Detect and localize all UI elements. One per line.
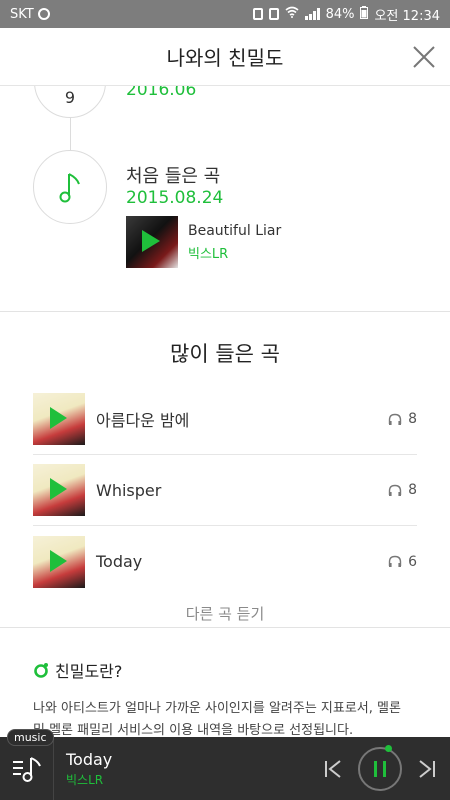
signal-icon [304, 8, 320, 20]
status-bar: SKT 84% 오전 12:34 [0, 0, 450, 28]
playlist-button[interactable] [0, 737, 54, 800]
about-title: 친밀도란? [55, 662, 123, 681]
play-count-value: 6 [408, 553, 417, 570]
album-thumbnail[interactable] [126, 216, 178, 268]
timeline-section: 9 2016.06 처음 들은 곡 2015.08.24 Beautiful L… [0, 86, 450, 312]
song-title[interactable]: Today [96, 552, 388, 571]
list-item[interactable]: 아름다운 밤에 8 [33, 384, 417, 455]
timeline-step-number: 9 [64, 88, 76, 107]
next-button[interactable] [414, 756, 440, 782]
clock: 오전 12:34 [374, 8, 440, 24]
next-icon [419, 759, 435, 778]
headphones-icon [388, 413, 402, 425]
headphones-icon [388, 484, 402, 496]
play-icon[interactable] [50, 549, 67, 572]
first-song-item[interactable]: Beautiful Liar 빅스LR [126, 216, 281, 268]
playlist-music-icon [12, 756, 41, 782]
play-count: 8 [388, 482, 417, 498]
previous-button[interactable] [320, 756, 346, 782]
now-playing-artist[interactable]: 빅스LR [66, 771, 320, 788]
album-thumbnail[interactable] [33, 393, 85, 445]
battery-level: 84% [325, 6, 355, 22]
about-heading: 친밀도란? [33, 658, 417, 682]
play-count: 6 [388, 554, 417, 570]
progress-dot [385, 744, 392, 752]
content-scroll-area[interactable]: 9 2016.06 처음 들은 곡 2015.08.24 Beautiful L… [0, 86, 450, 737]
list-item[interactable]: Whisper 8 [33, 455, 417, 526]
most-played-section: 많이 들은 곡 아름다운 밤에 8 Whisper 8 Today 6 다른 곡… [0, 312, 450, 628]
headphones-icon [388, 555, 402, 567]
mini-player[interactable]: music Today 빅스LR [0, 729, 450, 800]
music-badge: music [7, 729, 54, 746]
list-item[interactable]: Today 6 [33, 526, 417, 597]
play-icon[interactable] [50, 407, 67, 429]
wifi-icon [285, 6, 299, 22]
song-title[interactable]: 아름다운 밤에 [96, 407, 388, 431]
play-count: 8 [388, 411, 417, 427]
now-playing-info[interactable]: Today 빅스LR [66, 750, 320, 788]
previous-icon [325, 759, 341, 778]
song-artist[interactable]: 빅스LR [188, 243, 281, 262]
song-title[interactable]: Whisper [96, 481, 388, 500]
play-count-value: 8 [408, 411, 417, 427]
pause-icon [374, 760, 386, 777]
music-note-circle [33, 150, 107, 224]
music-note-icon [59, 173, 80, 203]
alarm-icon [252, 8, 263, 20]
timeline-prev-date: 2016.06 [126, 86, 197, 100]
first-listened-date: 2015.08.24 [126, 188, 224, 208]
battery-icon [360, 5, 369, 23]
carrier-label: SKT [10, 6, 34, 22]
now-playing-title[interactable]: Today [66, 750, 320, 769]
intimacy-icon [34, 663, 48, 678]
play-icon[interactable] [142, 230, 160, 252]
song-title[interactable]: Beautiful Liar [188, 223, 281, 239]
page-header: 나와의 친밀도 [0, 28, 450, 86]
pause-button[interactable] [358, 744, 402, 791]
about-description: 나와 아티스트가 얼마나 가까운 사이인지를 알려주는 지표로서, 멜론 및 멜… [33, 701, 401, 737]
screenshot-icon [268, 8, 279, 20]
more-songs-button[interactable]: 다른 곡 듣기 [0, 603, 450, 624]
close-icon[interactable] [412, 45, 436, 69]
album-thumbnail[interactable] [33, 464, 85, 516]
play-icon[interactable] [50, 478, 67, 500]
section-title: 많이 들은 곡 [170, 342, 280, 366]
album-thumbnail[interactable] [33, 535, 85, 588]
notification-icon [37, 8, 50, 20]
play-count-value: 8 [408, 482, 417, 498]
about-section: 친밀도란? 나와 아티스트가 얼마나 가까운 사이인지를 알려주는 지표로서, … [0, 628, 450, 737]
page-title: 나와의 친밀도 [166, 46, 284, 70]
timeline-circle-prev: 9 [34, 86, 106, 118]
first-listened-label: 처음 들은 곡 [126, 166, 221, 187]
most-played-list: 아름다운 밤에 8 Whisper 8 Today 6 [0, 384, 450, 597]
